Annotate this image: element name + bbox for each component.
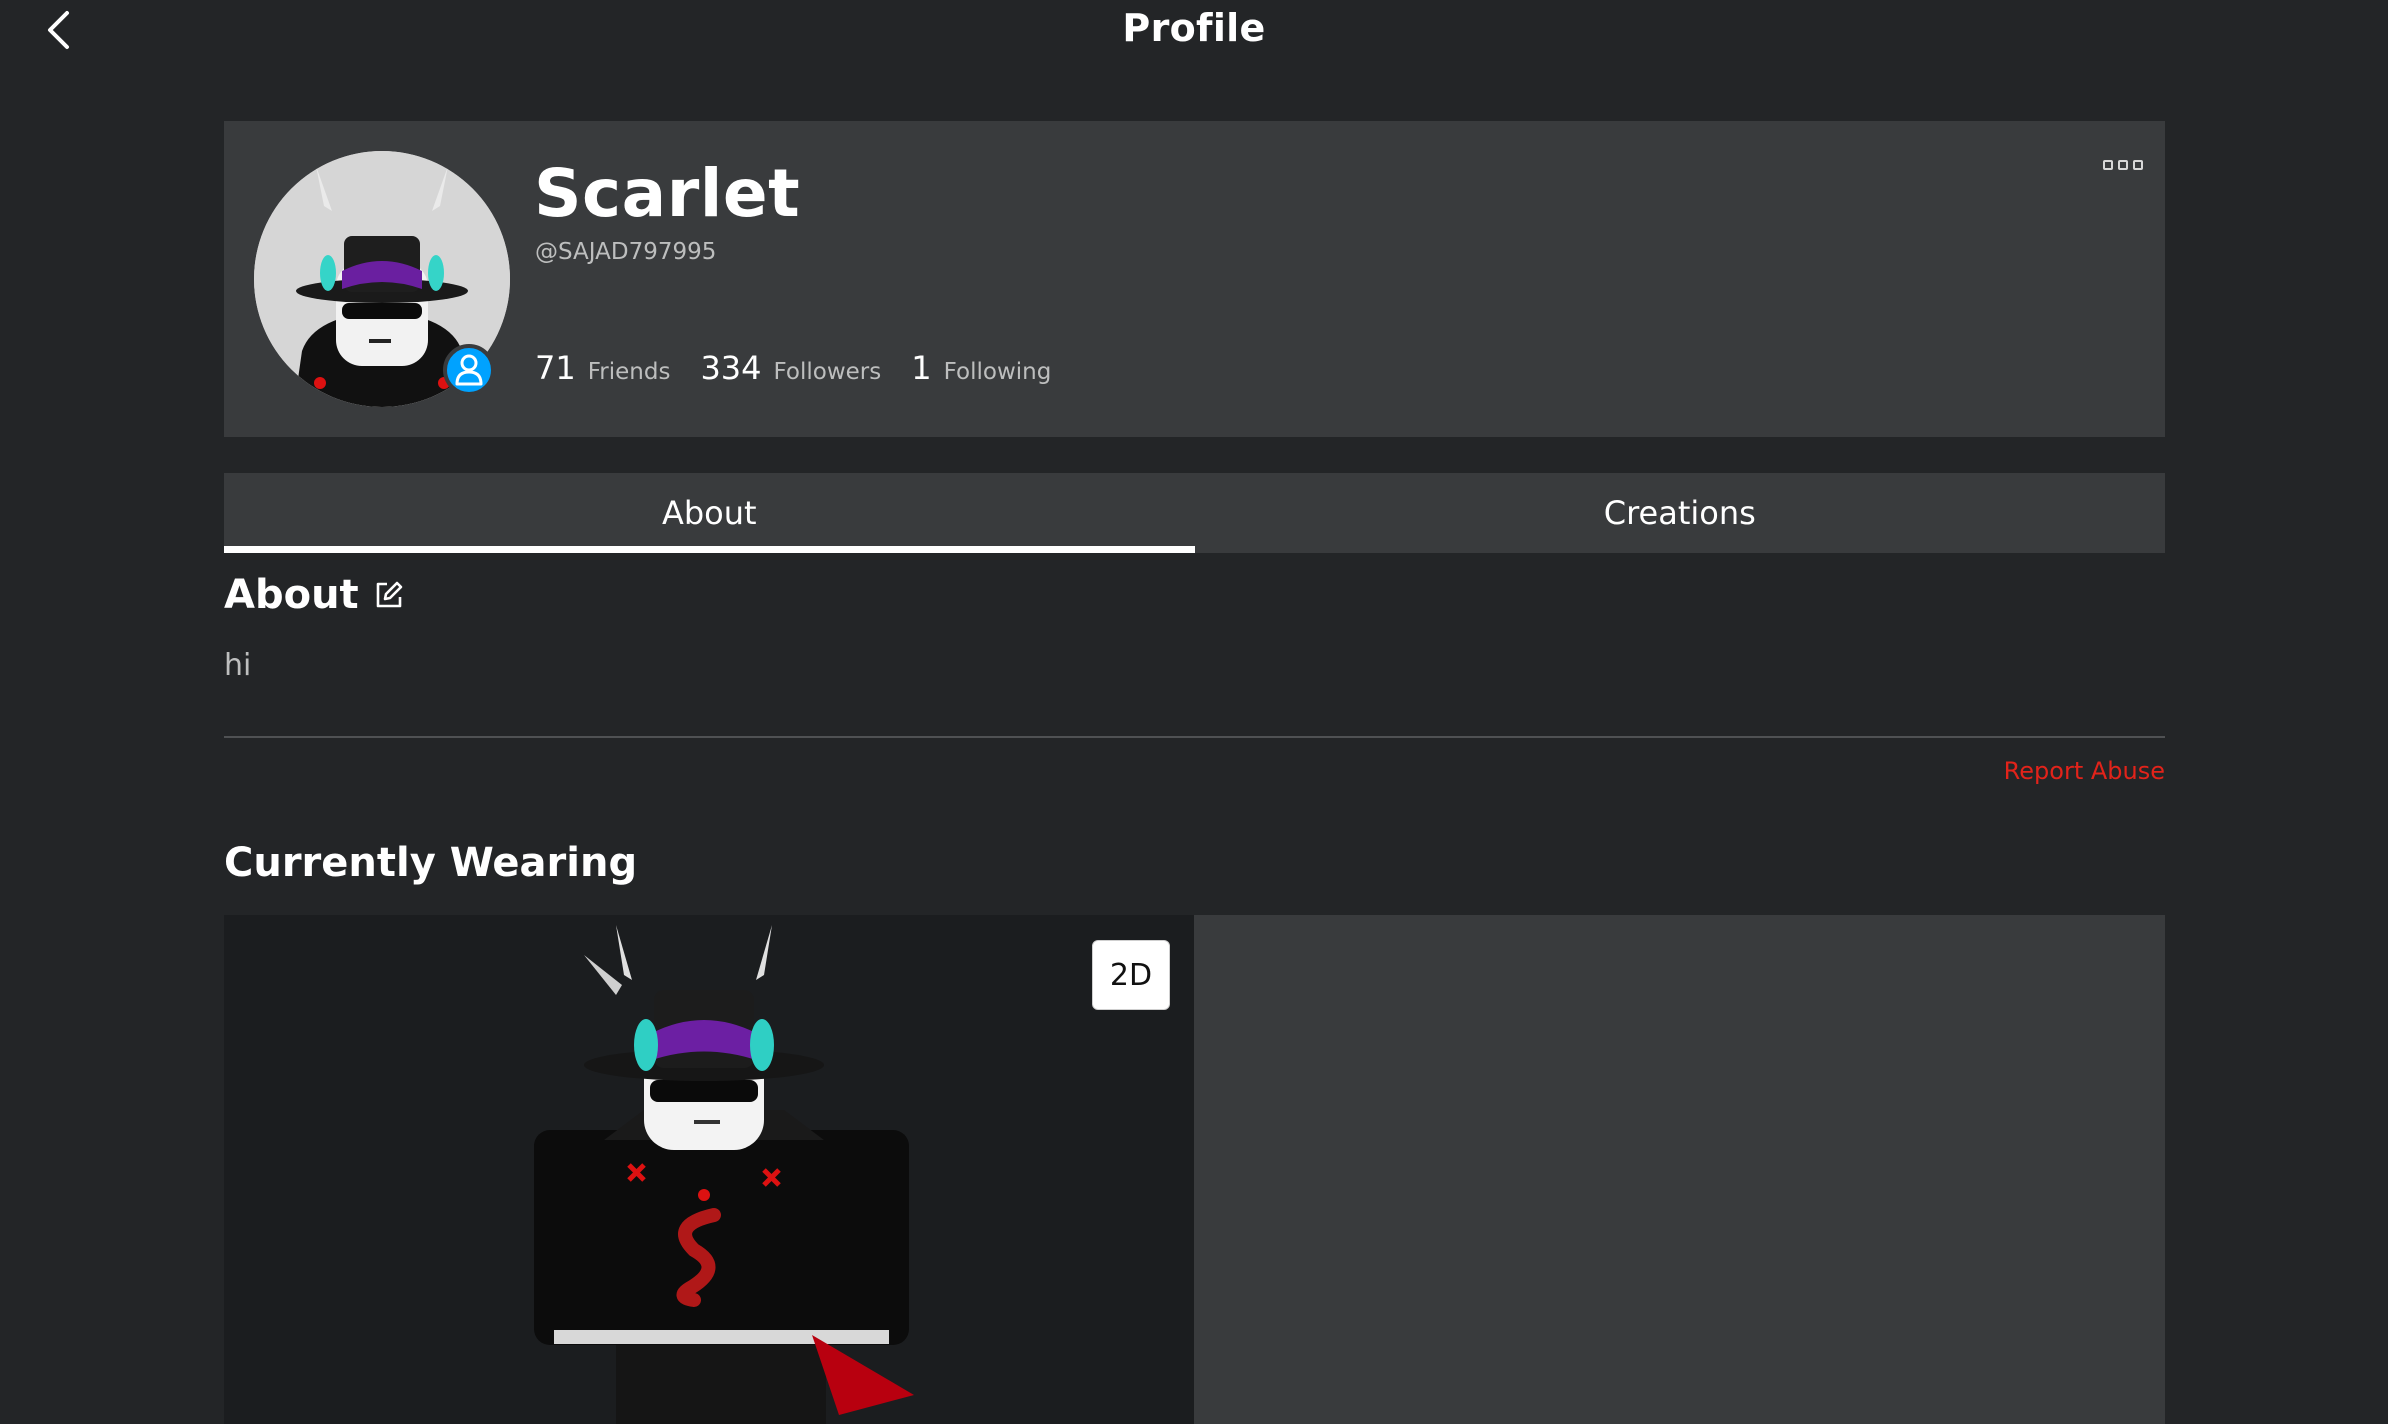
profile-tabs: About Creations [224, 473, 2165, 553]
toggle-2d-button[interactable]: 2D [1092, 940, 1170, 1010]
about-title: About [224, 572, 359, 618]
avatar-3d-viewer[interactable]: 2D [224, 915, 1194, 1424]
display-name: Scarlet [534, 155, 801, 232]
section-divider [224, 736, 2165, 738]
report-abuse-link[interactable]: Report Abuse [2004, 757, 2165, 785]
tab-creations[interactable]: Creations [1195, 473, 2166, 553]
user-presence-icon [455, 354, 483, 386]
currently-wearing-title: Currently Wearing [224, 840, 638, 886]
about-description: hi [224, 648, 252, 683]
more-options-icon [2103, 160, 2113, 170]
following-count: 1 [911, 349, 932, 387]
avatar-full-body-image [534, 925, 914, 1424]
top-bar: Profile [0, 0, 2388, 62]
friends-stat[interactable]: 71 Friends [535, 349, 670, 387]
following-stat[interactable]: 1 Following [911, 349, 1051, 387]
edit-icon [376, 581, 402, 608]
profile-stats: 71 Friends 334 Followers 1 Following [535, 349, 1081, 387]
more-options-icon [2118, 160, 2128, 170]
presence-badge [443, 344, 495, 396]
profile-page: Profile Scarlet @SAJAD797995 71 Friends … [0, 0, 2388, 1424]
followers-label: Followers [773, 359, 882, 385]
more-options-button[interactable] [2103, 153, 2143, 177]
username: @SAJAD797995 [535, 239, 717, 265]
followers-stat[interactable]: 334 Followers [700, 349, 881, 387]
friends-count: 71 [535, 349, 576, 387]
following-label: Following [943, 359, 1052, 385]
profile-header-card: Scarlet @SAJAD797995 71 Friends 334 Foll… [224, 121, 2165, 437]
wearing-items-panel [1194, 915, 2165, 1424]
tab-about[interactable]: About [224, 473, 1195, 553]
more-options-icon [2133, 160, 2143, 170]
friends-label: Friends [587, 359, 671, 385]
about-heading: About [224, 572, 407, 618]
page-title: Profile [1122, 6, 1266, 50]
edit-about-button[interactable] [373, 578, 407, 612]
followers-count: 334 [700, 349, 762, 387]
